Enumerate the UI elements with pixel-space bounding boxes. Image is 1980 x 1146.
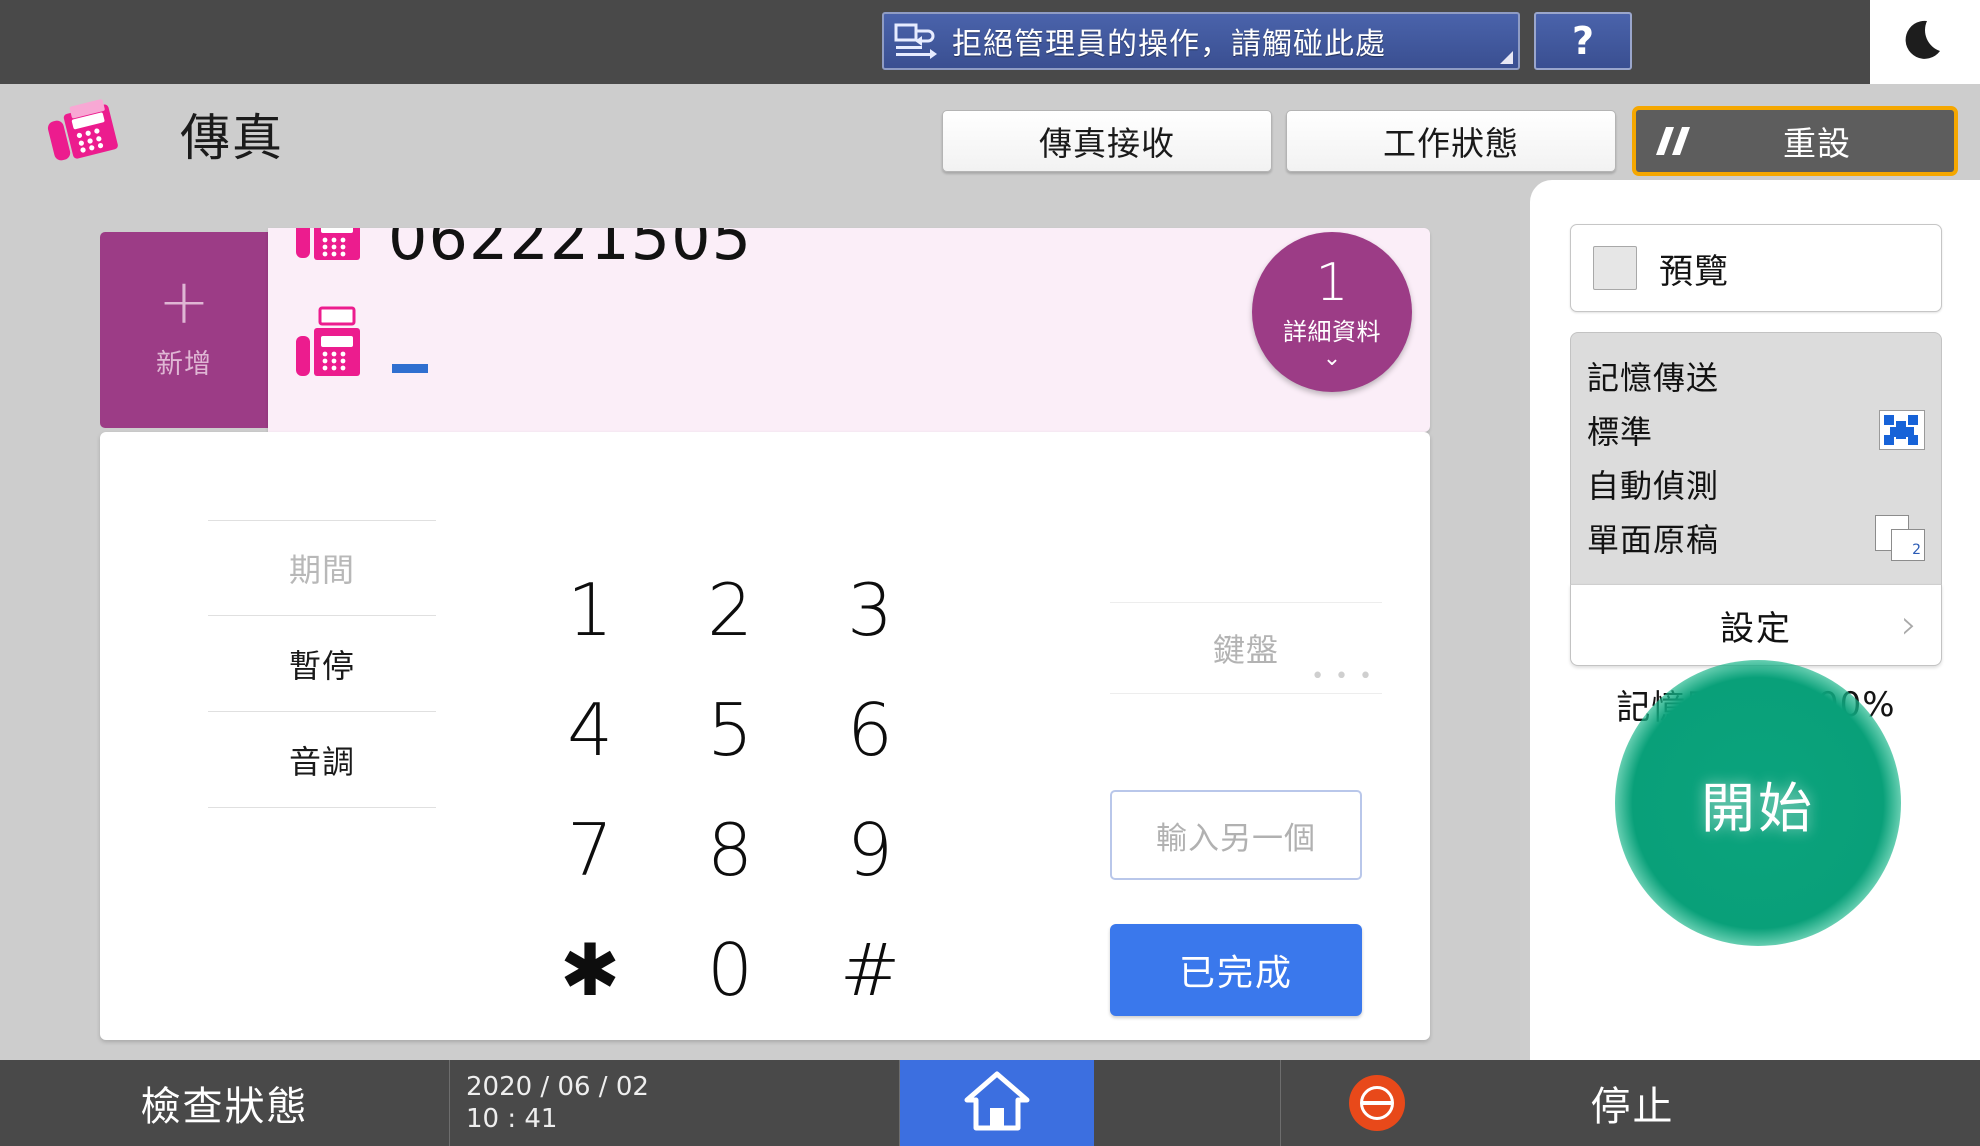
job-status-label: 工作狀態 (1383, 124, 1519, 163)
fax-destination-icon (292, 228, 368, 274)
key-hash[interactable]: # (800, 910, 940, 1030)
sleep-mode-button[interactable] (1870, 0, 1980, 84)
time-text: 10 : 41 (466, 1104, 558, 1134)
preview-checkbox[interactable] (1593, 246, 1637, 290)
setting-original-size[interactable]: 自動偵測 (1587, 457, 1925, 511)
reset-button[interactable]: 重設 (1632, 106, 1958, 176)
preview-label: 預覽 (1659, 251, 1729, 292)
plus-icon: + (158, 264, 210, 338)
setting-resolution[interactable]: 標準 (1587, 403, 1925, 457)
setting-duplex[interactable]: 單面原稿 12 (1587, 511, 1925, 565)
key-8[interactable]: 8 (660, 790, 800, 910)
fax-receive-label: 傳真接收 (1039, 124, 1175, 163)
destination-detail-badge[interactable]: 1 詳細資料 ⌄ (1252, 232, 1412, 392)
add-destination-button[interactable]: + 新增 (100, 232, 268, 428)
backspace-button[interactable]: ✕ (1056, 264, 1184, 324)
fax-destination-icon (292, 306, 368, 392)
fax-receive-button[interactable]: 傳真接收 (942, 110, 1272, 172)
admin-banner-text: 拒絕管理員的操作，請觸碰此處 (952, 27, 1386, 62)
text-cursor (392, 363, 428, 373)
numeric-keypad: 1 2 3 4 5 6 7 8 9 ✱ 0 # (520, 550, 940, 1030)
dial-option-tone-label: 音調 (288, 742, 355, 781)
destination-row: + 新增 062221505 1 詳細資料 ⌄ (100, 228, 1430, 432)
stop-button[interactable]: 停止 (1280, 1060, 1980, 1146)
another-destination-input[interactable]: 輸入另一個 (1110, 790, 1362, 880)
stop-sign-icon (1349, 1075, 1405, 1131)
fax-machine-icon (42, 98, 128, 168)
keyboard-more-dots: • • • (1311, 664, 1374, 689)
key-star[interactable]: ✱ (520, 910, 660, 1030)
settings-button[interactable]: 設定 › (1570, 584, 1942, 666)
destination-number: 062221505 (388, 228, 753, 274)
key-6[interactable]: 6 (800, 670, 940, 790)
keyboard-label: 鍵盤 (1212, 631, 1279, 669)
key-0[interactable]: 0 (660, 910, 800, 1030)
check-status-button[interactable]: 檢查狀態 (0, 1060, 450, 1146)
home-icon (961, 1068, 1033, 1138)
date-text: 2020 / 06 / 02 (466, 1072, 649, 1102)
printer-touch-panel: 拒絕管理員的操作，請觸碰此處 ? 傳真 傳真接收 工作狀態 重設 + 新增 06… (0, 0, 1980, 1146)
setting-duplex-value: 單面原稿 (1587, 521, 1720, 559)
settings-sidebar: 預覽 記憶傳送 標準 自動偵測 單面原稿 12 (1530, 180, 1980, 1060)
chevron-down-icon: ⌄ (1322, 345, 1342, 371)
key-7[interactable]: 7 (520, 790, 660, 910)
keypad-panel: 期間 暫停 音調 1 2 3 4 5 6 7 8 9 ✱ 0 # 鍵盤 • • … (100, 432, 1430, 1040)
key-9[interactable]: 9 (800, 790, 940, 910)
dial-option-pause-label: 暫停 (288, 646, 355, 685)
fax-entry-card: + 新增 062221505 1 詳細資料 ⌄ 期間 暫停 音調 1 2 3 4… (100, 228, 1430, 1040)
dial-option-pause[interactable]: 暫停 (208, 616, 436, 712)
preview-toggle[interactable]: 預覽 (1570, 224, 1942, 312)
crescent-moon-icon (1896, 11, 1954, 73)
key-2[interactable]: 2 (660, 550, 800, 670)
detail-label: 詳細資料 (1283, 317, 1381, 346)
reset-label: 重設 (1783, 124, 1851, 163)
dial-option-duration[interactable]: 期間 (208, 520, 436, 616)
destination-entry[interactable]: 062221505 (292, 228, 752, 274)
key-5[interactable]: 5 (660, 670, 800, 790)
setting-resolution-value: 標準 (1587, 413, 1654, 451)
duplex-icon: 12 (1875, 515, 1925, 561)
stop-label: 停止 (1590, 1084, 1675, 1130)
destination-entry-active[interactable] (292, 306, 428, 392)
done-label: 已完成 (1178, 953, 1293, 994)
add-destination-label: 新增 (156, 348, 212, 380)
help-label: ? (1571, 19, 1595, 63)
destination-input-field[interactable]: 062221505 1 詳細資料 ⌄ (268, 228, 1430, 432)
resolution-icon (1879, 410, 1925, 450)
start-label: 開始 (1701, 776, 1815, 840)
job-status-button[interactable]: 工作狀態 (1286, 110, 1616, 172)
dial-option-duration-label: 期間 (288, 551, 355, 589)
setting-original-size-value: 自動偵測 (1587, 467, 1720, 505)
settings-label: 設定 (1720, 608, 1792, 649)
page-title: 傳真 (180, 109, 284, 167)
setting-transmission-mode[interactable]: 記憶傳送 (1587, 349, 1925, 403)
key-4[interactable]: 4 (520, 670, 660, 790)
dial-option-list: 期間 暫停 音調 (208, 520, 436, 808)
destination-count: 1 (1315, 252, 1349, 313)
current-settings-panel: 記憶傳送 標準 自動偵測 單面原稿 12 (1570, 332, 1942, 584)
dial-option-tone[interactable]: 音調 (208, 712, 436, 808)
banner-resize-corner (1500, 51, 1513, 64)
reset-slashes-icon (1636, 124, 1714, 158)
help-button[interactable]: ? (1534, 12, 1632, 70)
key-1[interactable]: 1 (520, 550, 660, 670)
start-button[interactable]: 開始 (1615, 660, 1901, 946)
key-3[interactable]: 3 (800, 550, 940, 670)
home-button[interactable] (900, 1060, 1094, 1146)
check-status-label: 檢查狀態 (140, 1084, 309, 1130)
system-bar-left-spacer (0, 0, 880, 84)
done-button[interactable]: 已完成 (1110, 924, 1362, 1016)
admin-operation-banner[interactable]: 拒絕管理員的操作，請觸碰此處 (882, 12, 1520, 70)
chevron-right-icon: › (1901, 602, 1919, 648)
another-destination-placeholder: 輸入另一個 (1156, 820, 1316, 857)
datetime-display: 2020 / 06 / 02 10 : 41 (450, 1060, 900, 1146)
setting-transmission-mode-value: 記憶傳送 (1587, 359, 1720, 397)
keyboard-button[interactable]: 鍵盤 • • • (1110, 602, 1382, 694)
forward-transfer-icon (894, 21, 938, 61)
